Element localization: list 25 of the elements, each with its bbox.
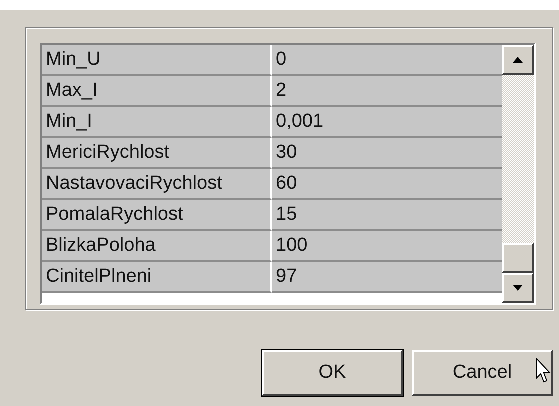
property-value-cell[interactable]: 0: [272, 45, 502, 76]
scrollbar[interactable]: [502, 45, 534, 303]
property-name-cell: Min_I: [42, 107, 272, 138]
property-value-cell[interactable]: 100: [272, 231, 502, 262]
property-name-cell: CinitelPlneni: [42, 262, 272, 293]
property-value-cell[interactable]: 60: [272, 169, 502, 200]
property-value-cell[interactable]: 97: [272, 262, 502, 293]
scroll-down-button[interactable]: [502, 273, 534, 303]
property-name-cell: BlizkaPoloha: [42, 231, 272, 262]
property-value-cell[interactable]: 30: [272, 138, 502, 169]
ok-button[interactable]: OK: [262, 350, 403, 396]
mouse-cursor-icon: [536, 358, 552, 384]
property-name-cell: PomalaRychlost: [42, 200, 272, 231]
cancel-button[interactable]: Cancel: [412, 350, 553, 396]
property-name-cell: MericiRychlost: [42, 138, 272, 169]
down-arrow-icon: [513, 285, 523, 291]
scroll-up-button[interactable]: [502, 45, 534, 75]
property-value-cell[interactable]: 2: [272, 76, 502, 107]
up-arrow-icon: [513, 57, 523, 63]
property-name-cell: NastavovaciRychlost: [42, 169, 272, 200]
scroll-thumb[interactable]: [502, 243, 534, 273]
property-name-cell: Min_U: [42, 45, 272, 76]
property-value-cell[interactable]: 15: [272, 200, 502, 231]
property-name-cell: Max_I: [42, 76, 272, 107]
property-value-cell[interactable]: 0,001: [272, 107, 502, 138]
